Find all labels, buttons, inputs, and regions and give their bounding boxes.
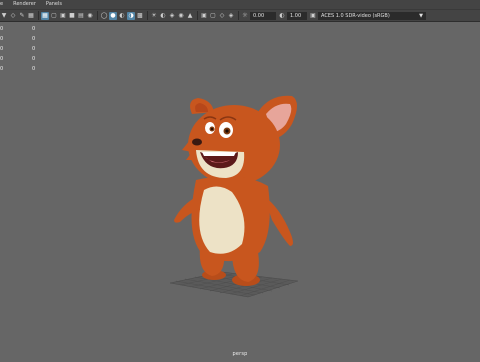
- hud-row: 0 0: [0, 54, 50, 64]
- chevron-down-icon: ▼: [419, 12, 423, 19]
- camera-attributes-icon[interactable]: ◇: [9, 12, 17, 20]
- wireframe-icon[interactable]: ◯: [100, 12, 108, 20]
- xray-components-icon[interactable]: ◈: [227, 12, 235, 20]
- camera-name-label: persp: [232, 351, 248, 357]
- safe-action-icon[interactable]: ◉: [86, 12, 94, 20]
- hud-value: 0: [0, 26, 4, 32]
- gate-mask-icon[interactable]: ■: [68, 12, 76, 20]
- image-plane-icon[interactable]: ▦: [27, 12, 35, 20]
- anti-aliasing-icon[interactable]: ▲: [186, 12, 194, 20]
- ambient-occlusion-icon[interactable]: ◈: [168, 12, 176, 20]
- color-space-label: ACES 1.0 SDR-video (sRGB): [321, 12, 390, 19]
- xray-joints-icon[interactable]: ◇: [218, 12, 226, 20]
- hud-row: 0 0: [0, 44, 50, 54]
- panel-toolbar: ▼ ◇ ✎ ▦ ▦ ▢ ▣ ■ ▤ ◉ ◯ ● ◐ ◑ ▩ ☀ ◐ ◈ ◉ ▲ …: [0, 9, 480, 22]
- hud-value: 0: [0, 56, 4, 62]
- xray-icon[interactable]: ▢: [209, 12, 217, 20]
- motion-blur-icon[interactable]: ◉: [177, 12, 185, 20]
- viewport[interactable]: [0, 22, 480, 360]
- menu-item-panels[interactable]: Panels: [46, 0, 62, 9]
- default-material-icon[interactable]: ◐: [118, 12, 126, 20]
- smooth-shade-icon[interactable]: ●: [109, 11, 117, 20]
- hud-value: 0: [32, 36, 36, 42]
- ground-grid: [169, 271, 299, 298]
- view-transform-icon[interactable]: ▣: [309, 12, 317, 20]
- hud-value: 0: [0, 66, 4, 72]
- hud-row: 0 0: [0, 34, 50, 44]
- toolbar-divider: [147, 11, 148, 20]
- fox-character-model[interactable]: [174, 95, 297, 286]
- toolbar-divider: [197, 11, 198, 20]
- textured-icon[interactable]: ▩: [136, 12, 144, 20]
- hud-value: 0: [32, 46, 36, 52]
- resolution-gate-icon[interactable]: ▣: [59, 12, 67, 20]
- heads-up-display: 0 0 0 0 0 0 0 0 0 0: [0, 24, 50, 74]
- hud-row: 0 0: [0, 24, 50, 34]
- menu-item-renderer[interactable]: Renderer: [13, 0, 36, 9]
- isolate-select-icon[interactable]: ▣: [200, 12, 208, 20]
- menu-item-view[interactable]: e: [0, 0, 3, 9]
- panel-menubar: e Renderer Panels: [0, 0, 480, 9]
- exposure-icon[interactable]: ☼: [241, 12, 249, 20]
- shadows-icon[interactable]: ◐: [159, 12, 167, 20]
- viewport-canvas[interactable]: [0, 22, 480, 360]
- field-chart-icon[interactable]: ▤: [77, 12, 85, 20]
- bookmark-icon[interactable]: ✎: [18, 12, 26, 20]
- hud-value: 0: [32, 26, 36, 32]
- hud-value: 0: [32, 56, 36, 62]
- use-all-lights-icon[interactable]: ☀: [150, 12, 158, 20]
- toolbar-divider: [238, 11, 239, 20]
- toolbar-divider: [97, 11, 98, 20]
- gamma-icon[interactable]: ◐: [278, 12, 286, 20]
- wireframe-on-shaded-icon[interactable]: ◑: [127, 11, 135, 20]
- hud-value: 0: [0, 36, 4, 42]
- hud-row: 0 0: [0, 64, 50, 74]
- hud-value: 0: [0, 46, 4, 52]
- grid-icon[interactable]: ▦: [41, 11, 49, 20]
- color-space-dropdown[interactable]: ACES 1.0 SDR-video (sRGB) ▼: [318, 11, 426, 20]
- film-gate-icon[interactable]: ▢: [50, 12, 58, 20]
- exposure-field[interactable]: 0.00: [250, 11, 276, 20]
- hud-value: 0: [32, 66, 36, 72]
- toolbar-divider: [38, 11, 39, 20]
- gamma-field[interactable]: 1.00: [287, 11, 307, 20]
- view-select-icon[interactable]: ▼: [0, 12, 8, 20]
